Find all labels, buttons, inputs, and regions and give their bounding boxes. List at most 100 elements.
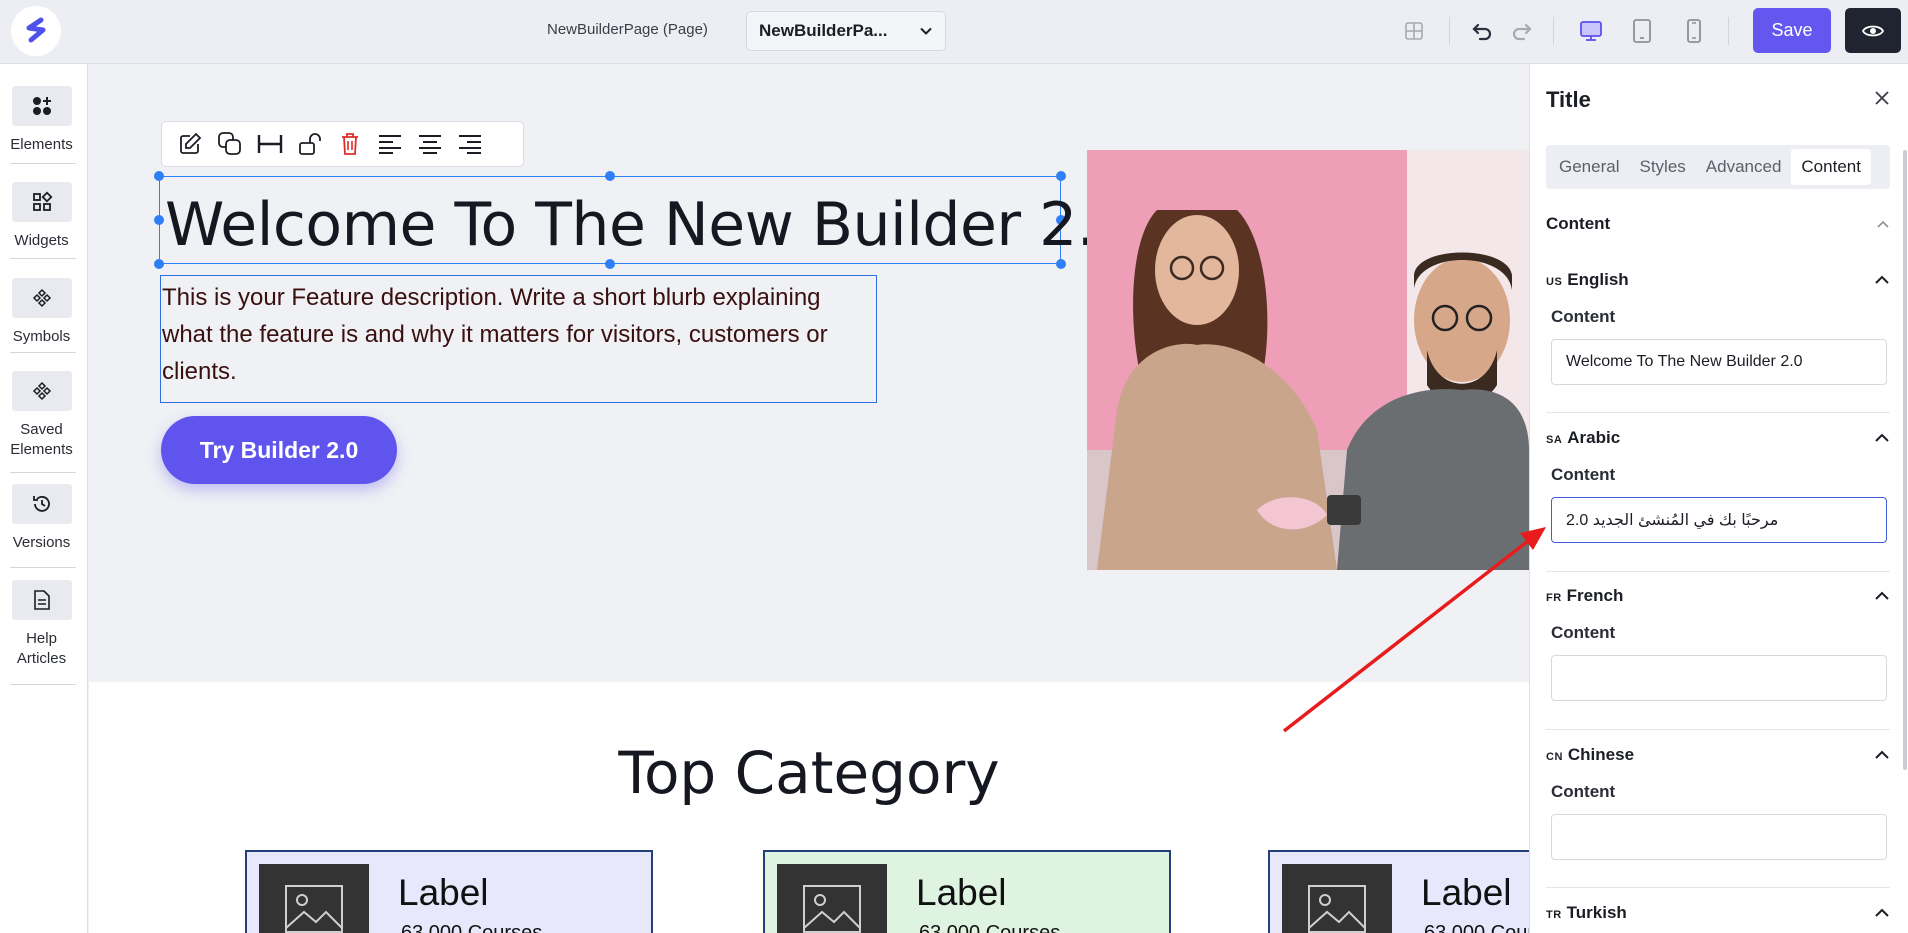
- resize-handle[interactable]: [605, 259, 615, 269]
- try-builder-button[interactable]: Try Builder 2.0: [161, 416, 397, 484]
- sidebar-divider: [10, 258, 76, 259]
- sidebar-divider: [10, 352, 76, 353]
- french-content-input[interactable]: [1551, 655, 1887, 701]
- redo-icon[interactable]: [1507, 16, 1537, 46]
- sidebar-item-label: Versions: [12, 534, 71, 551]
- sidebar-divider: [10, 684, 76, 685]
- close-icon[interactable]: [1870, 86, 1894, 110]
- sidebar-divider: [10, 472, 76, 473]
- card-count: 63,000 Courses: [919, 922, 1061, 933]
- align-left-icon[interactable]: [370, 124, 410, 164]
- arabic-content-input[interactable]: مرحبًا بك في المُنشئ الجديد 2.0: [1551, 497, 1887, 543]
- section-title[interactable]: Top Category: [89, 739, 1529, 807]
- preview-button[interactable]: [1845, 8, 1901, 53]
- width-icon[interactable]: [250, 124, 290, 164]
- resize-handle[interactable]: [154, 215, 164, 225]
- grid-icon[interactable]: [1399, 16, 1429, 46]
- section-divider: [1546, 571, 1890, 572]
- tab-general[interactable]: General: [1549, 149, 1629, 185]
- language-code: FR: [1546, 592, 1562, 604]
- language-header[interactable]: SA Arabic: [1546, 425, 1890, 451]
- language-block-arabic: SA Arabic Content مرحبًا بك في المُنشئ ال…: [1546, 425, 1890, 543]
- resize-handle[interactable]: [154, 259, 164, 269]
- toolbar-divider: [1728, 17, 1729, 45]
- app-logo[interactable]: [11, 6, 61, 56]
- unlock-icon[interactable]: [290, 124, 330, 164]
- sidebar-item-label: Symbols: [12, 328, 71, 345]
- page-canvas[interactable]: Welcome To The New Builder 2.0 This is y…: [89, 64, 1529, 933]
- chinese-content-input[interactable]: [1551, 814, 1887, 860]
- language-block-chinese: CN Chinese Content: [1546, 742, 1890, 860]
- english-content-input[interactable]: Welcome To The New Builder 2.0: [1551, 339, 1887, 385]
- resize-handle[interactable]: [1056, 259, 1066, 269]
- resize-handle[interactable]: [605, 171, 615, 181]
- left-sidebar: Elements Widgets Symbols Saved Elements …: [0, 64, 88, 933]
- language-header[interactable]: US English: [1546, 267, 1890, 293]
- field-label: Content: [1551, 307, 1616, 326]
- page-select[interactable]: NewBuilderPa...: [746, 11, 946, 51]
- language-block-turkish: TR Turkish: [1546, 900, 1890, 926]
- card-count: 63,000 Courses: [401, 922, 543, 933]
- arabic-content-value: مرحبًا بك في المُنشئ الجديد 2.0: [1566, 512, 1779, 529]
- duplicate-icon[interactable]: [210, 124, 250, 164]
- language-header[interactable]: CN Chinese: [1546, 742, 1890, 768]
- category-card[interactable]: Label 63,000 Courses: [1268, 850, 1529, 933]
- field-label: Content: [1551, 465, 1616, 484]
- symbols-icon: [11, 278, 72, 318]
- trash-icon[interactable]: [330, 124, 370, 164]
- document-icon: [11, 580, 72, 620]
- field-label: Content: [1551, 623, 1616, 642]
- language-code: CN: [1546, 751, 1563, 763]
- mobile-icon[interactable]: [1679, 16, 1709, 46]
- edit-icon[interactable]: [170, 124, 210, 164]
- tab-advanced[interactable]: Advanced: [1696, 149, 1792, 185]
- category-card[interactable]: Label 63,000 Courses: [245, 850, 653, 933]
- save-button[interactable]: Save: [1753, 8, 1831, 53]
- undo-icon[interactable]: [1467, 16, 1497, 46]
- hero-title[interactable]: Welcome To The New Builder 2.0: [165, 190, 1134, 260]
- tab-styles[interactable]: Styles: [1629, 149, 1695, 185]
- page-name-label: NewBuilderPage (Page): [547, 21, 708, 38]
- language-code: TR: [1546, 909, 1562, 921]
- logo-icon: [26, 17, 46, 43]
- tab-content[interactable]: Content: [1791, 149, 1871, 185]
- sidebar-item-widgets[interactable]: Widgets: [10, 182, 73, 251]
- scrollbar-thumb[interactable]: [1903, 150, 1907, 770]
- align-center-icon[interactable]: [410, 124, 450, 164]
- resize-handle[interactable]: [1056, 171, 1066, 181]
- sidebar-item-elements[interactable]: Elements: [10, 86, 73, 155]
- language-code: US: [1546, 276, 1563, 288]
- panel-scrollbar[interactable]: [1902, 64, 1908, 933]
- field-label: Content: [1551, 782, 1616, 801]
- sidebar-item-help-articles[interactable]: Help Articles: [10, 580, 73, 669]
- card-label: Label: [398, 872, 489, 913]
- card-count: 63,000 Courses: [1424, 922, 1529, 933]
- sidebar-item-label: Saved Elements: [10, 421, 73, 458]
- language-header[interactable]: TR Turkish: [1546, 900, 1890, 926]
- align-right-icon[interactable]: [450, 124, 490, 164]
- category-card[interactable]: Label 63,000 Courses: [763, 850, 1171, 933]
- image-placeholder-icon: [777, 864, 887, 933]
- resize-handle[interactable]: [154, 171, 164, 181]
- sidebar-item-symbols[interactable]: Symbols: [10, 278, 73, 347]
- element-toolbar: [161, 121, 524, 167]
- sidebar-item-label: Widgets: [14, 232, 69, 249]
- language-name: English: [1567, 270, 1629, 289]
- desktop-icon[interactable]: [1576, 16, 1606, 46]
- chevron-down-icon: [920, 27, 932, 35]
- elements-icon: [11, 86, 72, 126]
- top-bar: NewBuilderPage (Page) NewBuilderPa... Sa…: [0, 0, 1908, 64]
- chevron-up-icon: [1877, 220, 1889, 228]
- saved-elements-icon: [11, 371, 72, 411]
- sidebar-item-versions[interactable]: Versions: [10, 484, 73, 553]
- hero-image[interactable]: [1087, 150, 1529, 570]
- language-block-french: FR French Content: [1546, 583, 1890, 701]
- properties-panel: Title General Styles Advanced Content Co…: [1529, 64, 1908, 933]
- sidebar-item-label: Elements: [10, 136, 73, 153]
- language-header[interactable]: FR French: [1546, 583, 1890, 609]
- tablet-icon[interactable]: [1627, 16, 1657, 46]
- content-section-header[interactable]: Content: [1546, 214, 1890, 234]
- sidebar-item-saved-elements[interactable]: Saved Elements: [10, 371, 73, 460]
- section-label: Content: [1546, 214, 1611, 233]
- hero-description[interactable]: This is your Feature description. Write …: [162, 279, 874, 390]
